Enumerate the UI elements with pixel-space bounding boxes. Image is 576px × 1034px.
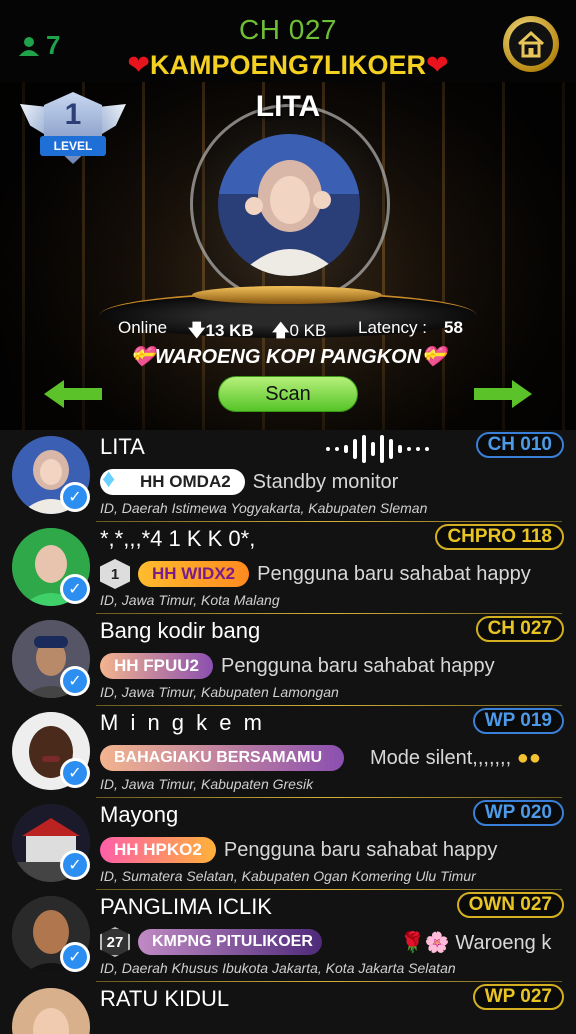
- channel-badge[interactable]: WP 020: [472, 800, 564, 826]
- user-tag: HH HPKO2: [100, 837, 216, 863]
- list-item[interactable]: ✓ LITA CH 010 ♦ HH OMDA2 Standby monitor …: [0, 430, 576, 522]
- verified-icon: ✓: [60, 482, 90, 512]
- heart-icon: ❤: [426, 50, 449, 80]
- download-arrow-icon: 🡇: [188, 321, 206, 340]
- scan-button[interactable]: Scan: [218, 376, 358, 412]
- prev-arrow-icon[interactable]: [44, 380, 102, 408]
- avatar[interactable]: [12, 988, 90, 1034]
- user-name: Bang kodir bang: [100, 618, 261, 643]
- user-status: Pengguna baru sahabat happy: [221, 654, 495, 677]
- user-name: *,*,,,*4 1 K K 0*,: [100, 526, 256, 551]
- host-name: LITA: [255, 90, 321, 123]
- download-stat: 🡇13 KB: [188, 321, 254, 340]
- user-status: Pengguna baru sahabat happy: [257, 562, 531, 585]
- user-level-badge: 27: [100, 927, 130, 957]
- user-status: Pengguna baru sahabat happy: [223, 838, 498, 861]
- user-location: ID, Jawa Timur, Kota Malang: [100, 592, 280, 608]
- channel-badge[interactable]: CHPRO 118: [435, 524, 564, 550]
- user-tag: KMPNG PITULIKOER: [138, 929, 322, 955]
- diamond-icon: ♦: [102, 463, 116, 493]
- user-name: Mayong: [100, 802, 179, 827]
- user-name: PANGLIMA ICLIK: [100, 894, 272, 919]
- list-item[interactable]: ✓ Bang kodir bang CH 027 HH FPUU2 Penggu…: [0, 614, 576, 706]
- list-item[interactable]: ✓ M i n g k e m WP 019 BAHAGIAKU BERSAMA…: [0, 706, 576, 798]
- upload-stat: 🡅0 KB: [272, 321, 327, 340]
- channel-badge[interactable]: OWN 027: [456, 892, 564, 918]
- user-name: RATU KIDUL: [100, 986, 230, 1011]
- channel-id: CH 027: [239, 14, 337, 45]
- user-location: ID, Daerah Khusus Ibukota Jakarta, Kota …: [100, 960, 456, 976]
- user-tag: HH WIDX2: [138, 561, 250, 587]
- host-stage: 1 LEVEL LITA Online 🡇13 KB 🡅0 KB Latency…: [0, 82, 576, 430]
- list-item[interactable]: RATU KIDUL WP 027: [0, 982, 576, 1034]
- heart-icon: ❤: [127, 50, 150, 80]
- user-location: ID, Sumatera Selatan, Kabupaten Ogan Kom…: [100, 868, 476, 884]
- gift-heart-icon: 💝: [129, 346, 155, 368]
- channel-badge[interactable]: CH 027: [475, 616, 564, 642]
- verified-icon: ✓: [60, 758, 90, 788]
- channel-badge[interactable]: WP 019: [472, 708, 564, 734]
- verified-icon: ✓: [60, 850, 90, 880]
- latency-label: Latency :: [358, 318, 427, 337]
- gift-heart-icon: 💝: [421, 346, 447, 368]
- room-name: KAMPOENG7LIKOER: [149, 50, 427, 80]
- user-list[interactable]: ✓ LITA CH 010 ♦ HH OMDA2 Standby monitor …: [0, 430, 576, 1034]
- latency-value: 58: [444, 318, 463, 337]
- verified-icon: ✓: [60, 942, 90, 972]
- verified-icon: ✓: [60, 574, 90, 604]
- connection-stats: Online 🡇13 KB 🡅0 KB Latency : 58: [0, 318, 576, 342]
- next-arrow-icon[interactable]: [474, 380, 532, 408]
- audio-wave-icon: [326, 434, 429, 464]
- user-location: ID, Daerah Istimewa Yogyakarta, Kabupate…: [100, 500, 428, 516]
- user-location: ID, Jawa Timur, Kabupaten Lamongan: [100, 684, 339, 700]
- user-status: Mode silent,,,,,,, ●●: [370, 746, 541, 769]
- user-status: 🌹🌸 Waroeng k: [400, 931, 552, 954]
- list-item[interactable]: ✓ PANGLIMA ICLIK OWN 027 27 KMPNG PITULI…: [0, 890, 576, 982]
- channel-badge[interactable]: WP 027: [472, 984, 564, 1010]
- home-button[interactable]: [503, 16, 559, 72]
- user-level-badge: 1: [100, 559, 130, 589]
- upload-arrow-icon: 🡅: [272, 321, 290, 340]
- list-item[interactable]: ✓ Mayong WP 020 HH HPKO2 Pengguna baru s…: [0, 798, 576, 890]
- user-location: ID, Jawa Timur, Kabupaten Gresik: [100, 776, 314, 792]
- list-item[interactable]: ✓ *,*,,,*4 1 K K 0*, CHPRO 118 1 HH WIDX…: [0, 522, 576, 614]
- header-bar: 7 CH 027 ❤KAMPOENG7LIKOER❤: [0, 0, 576, 82]
- room-description: 💝WAROENG KOPI PANGKON💝: [129, 346, 447, 368]
- user-tag: ♦ HH OMDA2: [100, 465, 245, 495]
- host-avatar[interactable]: [218, 134, 360, 276]
- room-name-title: ❤KAMPOENG7LIKOER❤: [0, 50, 576, 81]
- user-name: LITA: [100, 434, 145, 459]
- user-name: M i n g k e m: [100, 710, 265, 735]
- verified-icon: ✓: [60, 666, 90, 696]
- channel-badge[interactable]: CH 010: [475, 432, 564, 458]
- level-label: LEVEL: [40, 136, 106, 156]
- home-icon: [517, 30, 545, 58]
- user-tag: BAHAGIAKU BERSAMAMU: [100, 745, 344, 771]
- emoji-icon: ●●: [516, 746, 541, 769]
- user-tag: HH FPUU2: [100, 653, 214, 679]
- online-label: Online: [118, 318, 168, 337]
- user-status: Standby monitor: [252, 470, 399, 493]
